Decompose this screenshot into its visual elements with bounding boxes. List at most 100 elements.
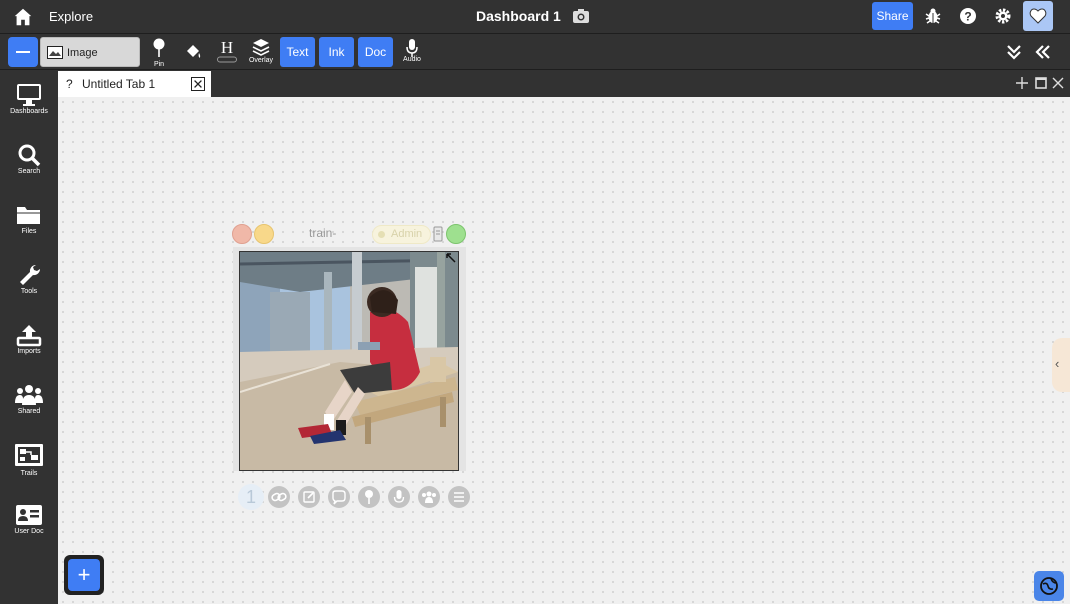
heading-icon: H xyxy=(217,38,237,63)
sidebar-item-search[interactable]: Search xyxy=(0,143,58,175)
acl-label: Admin xyxy=(391,228,423,240)
overlay-tool[interactable]: Overlay xyxy=(246,38,276,64)
audio-label: Audio xyxy=(403,56,421,63)
sidebar-item-label: Imports xyxy=(17,348,41,355)
users-icon xyxy=(15,385,43,405)
sidebar-item-label: Trails xyxy=(20,470,38,477)
tab-untitled-1[interactable]: ? Untitled Tab 1 xyxy=(58,71,211,98)
sidebar-item-label: Shared xyxy=(17,408,41,415)
chevron-double-down-icon[interactable] xyxy=(1005,43,1023,61)
paint-bucket-icon xyxy=(187,45,201,58)
tab-prefix: ? xyxy=(66,77,73,91)
image-icon xyxy=(47,46,63,59)
lock-document-button[interactable] xyxy=(446,224,466,244)
document-icon[interactable] xyxy=(433,226,443,242)
comment-icon xyxy=(332,490,346,505)
pin-button[interactable] xyxy=(358,486,380,508)
user-card-icon xyxy=(16,505,42,525)
close-document-button[interactable] xyxy=(232,224,252,244)
sidebar-item-trails[interactable]: Trails xyxy=(0,443,58,477)
add-tab-icon[interactable] xyxy=(1015,76,1029,90)
sidebar-item-label: User Doc xyxy=(14,528,44,535)
sidebar-item-label: Dashboards xyxy=(10,108,48,115)
list-icon xyxy=(454,492,464,502)
sharing-button[interactable] xyxy=(418,486,440,508)
home-icon[interactable] xyxy=(12,6,34,28)
close-tab-icon[interactable] xyxy=(191,77,205,91)
link-icon xyxy=(271,492,287,502)
monitor-icon xyxy=(17,84,41,106)
search-icon xyxy=(18,144,41,167)
folder-icon xyxy=(17,207,41,224)
chevron-double-left-icon[interactable] xyxy=(1034,43,1052,61)
ink-button[interactable]: Ink xyxy=(319,37,354,67)
sidebar-item-shared[interactable]: Shared xyxy=(0,383,58,415)
menu-button[interactable] xyxy=(448,486,470,508)
chevron-left-icon: ‹ xyxy=(1055,356,1060,371)
link-button[interactable] xyxy=(268,486,290,508)
sidebar-item-dashboards[interactable]: Dashboards xyxy=(0,83,58,115)
collapse-button[interactable] xyxy=(8,37,38,67)
sidebar-item-label: Search xyxy=(17,168,41,175)
heart-icon xyxy=(1029,8,1047,24)
sidebar: Dashboards Search Files Tools Imports Sh… xyxy=(0,70,58,604)
heart-button[interactable] xyxy=(1023,1,1053,31)
users-icon xyxy=(422,491,436,503)
layers-icon xyxy=(252,39,270,56)
fill-tool[interactable] xyxy=(184,43,202,66)
trails-icon xyxy=(15,444,43,466)
sidebar-item-user-doc[interactable]: User Doc xyxy=(0,503,58,535)
top-bar: Explore Dashboard 1 Share ? xyxy=(0,0,1070,34)
doc-button[interactable]: Doc xyxy=(358,37,393,67)
globe-icon xyxy=(1040,577,1058,595)
plus-icon: + xyxy=(68,559,100,591)
resize-corner-icon[interactable] xyxy=(446,253,456,263)
tab-strip: ? Untitled Tab 1 xyxy=(58,70,1070,98)
bug-icon[interactable] xyxy=(924,7,942,25)
toolbar: Image Pin H Overlay Text Ink Doc Audio xyxy=(0,35,1070,70)
sidebar-item-tools[interactable]: Tools xyxy=(0,263,58,295)
wrench-icon xyxy=(20,264,41,285)
station-photo xyxy=(240,252,458,470)
close-pane-icon[interactable] xyxy=(1051,76,1065,90)
microphone-icon xyxy=(406,39,418,57)
tab-label: Untitled Tab 1 xyxy=(82,77,156,91)
annotate-button[interactable] xyxy=(328,486,350,508)
heading-tool[interactable]: H xyxy=(216,38,238,69)
overlay-label: Overlay xyxy=(248,57,274,64)
properties-panel-handle[interactable]: ‹ xyxy=(1052,338,1070,392)
add-document-button[interactable]: + xyxy=(64,555,104,595)
dashboard-title[interactable]: Dashboard 1 xyxy=(476,8,561,24)
document-type-value: Image xyxy=(67,47,98,59)
pin-icon xyxy=(153,38,165,57)
edit-button[interactable] xyxy=(298,486,320,508)
document-image[interactable] xyxy=(239,251,459,471)
sidebar-item-label: Files xyxy=(21,228,37,235)
help-icon[interactable]: ? xyxy=(959,7,977,25)
microphone-icon xyxy=(393,490,405,503)
pin-label: Pin xyxy=(153,61,165,68)
minimize-document-button[interactable] xyxy=(254,224,274,244)
pin-tool[interactable]: Pin xyxy=(150,38,168,68)
acl-badge[interactable]: Admin xyxy=(372,225,431,244)
share-button[interactable]: Share xyxy=(872,2,913,30)
explore-link[interactable]: Explore xyxy=(49,9,93,24)
link-count-badge[interactable]: 1 xyxy=(238,484,264,510)
text-button[interactable]: Text xyxy=(280,37,315,67)
upload-icon xyxy=(16,325,42,347)
globe-button[interactable] xyxy=(1034,571,1064,601)
gear-icon[interactable] xyxy=(994,7,1012,25)
camera-icon[interactable] xyxy=(572,8,590,24)
document-title[interactable]: train- xyxy=(309,226,336,240)
document-type-select[interactable]: Image xyxy=(40,37,140,67)
sidebar-item-files[interactable]: Files xyxy=(0,203,58,235)
svg-text:?: ? xyxy=(964,10,971,24)
freeform-canvas[interactable] xyxy=(58,97,1070,604)
maximize-icon[interactable] xyxy=(1034,76,1048,90)
edit-icon xyxy=(303,491,315,503)
audio-tool[interactable]: Audio xyxy=(400,38,424,63)
pin-icon xyxy=(365,490,373,504)
svg-text:H: H xyxy=(221,38,233,57)
audio-annotation-button[interactable] xyxy=(388,486,410,508)
sidebar-item-imports[interactable]: Imports xyxy=(0,323,58,355)
